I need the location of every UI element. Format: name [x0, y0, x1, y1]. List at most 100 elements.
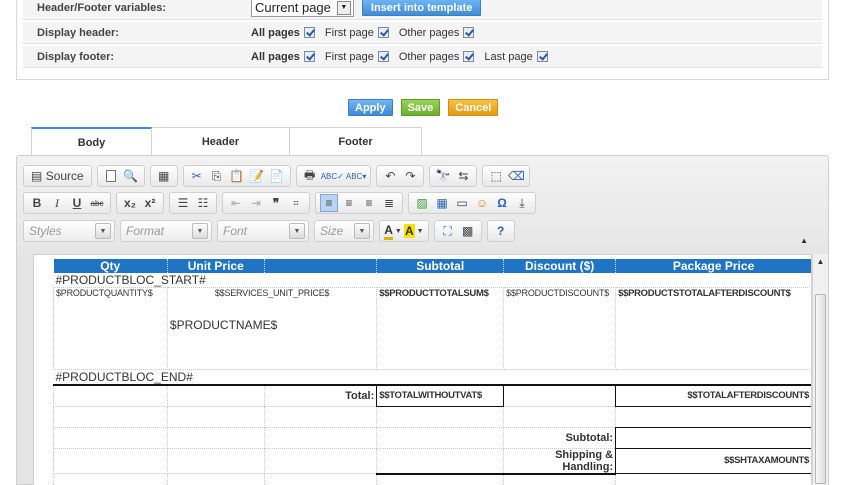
cell-subtotal-value	[615, 426, 811, 449]
product-table: Qty Unit Price Subtotal Discount ($) Pac…	[53, 259, 811, 485]
source-button[interactable]: ▤ Source	[28, 167, 87, 185]
footer-all-pages-label: All pages	[251, 50, 300, 63]
underline-icon[interactable]: U	[68, 194, 86, 212]
tab-body[interactable]: Body	[31, 127, 152, 155]
collapse-toolbar-icon[interactable]: ▲	[800, 236, 808, 245]
variables-label: Header/Footer variables:	[37, 1, 166, 14]
indent-icon[interactable]: ⇥	[247, 194, 265, 212]
col-header-discount: Discount ($)	[503, 259, 617, 273]
undo-icon[interactable]: ↶	[381, 167, 399, 185]
find-icon[interactable]: 🔭	[434, 167, 452, 185]
bulleted-list-icon[interactable]: ☷	[194, 194, 212, 212]
subscript-icon[interactable]: x₂	[121, 194, 139, 212]
header-all-pages-checkbox[interactable]	[303, 27, 315, 38]
paste-text-icon[interactable]: 📝	[248, 167, 266, 185]
footer-all-pages-checkbox[interactable]	[303, 51, 315, 62]
copy-icon[interactable]: ⎘	[208, 167, 226, 185]
blockquote-icon[interactable]: ❞	[267, 194, 285, 212]
text-color-icon[interactable]: A ▼	[384, 222, 402, 240]
tab-header[interactable]: Header	[152, 127, 290, 155]
header-first-page-label: First page	[324, 26, 374, 39]
superscript-icon[interactable]: x²	[141, 194, 159, 212]
header-other-pages-checkbox[interactable]	[463, 27, 475, 38]
variables-row: Header/Footer variables: Current page ▼ …	[23, 0, 822, 20]
cell-unit-price: $$SERVICES_UNIT_PRICE$	[214, 288, 330, 298]
tab-footer[interactable]: Footer	[290, 127, 422, 155]
cell-total-without-vat: $$TOTALWITHOUTVAT$	[376, 384, 505, 407]
footer-first-page-checkbox[interactable]	[377, 51, 389, 62]
col-header-package-price: Package Price	[615, 259, 811, 273]
select-all-icon[interactable]: ⬚	[487, 167, 505, 185]
insert-into-template-button[interactable]: Insert into template	[361, 0, 482, 16]
new-page-icon[interactable]	[102, 167, 120, 185]
action-buttons: Apply Save Cancel	[348, 99, 499, 116]
image-icon[interactable]: ▨	[413, 194, 431, 212]
show-blocks-icon[interactable]: ▩	[459, 222, 477, 240]
background-color-icon[interactable]: A ▼	[404, 222, 424, 240]
variables-select-value: Current page	[255, 0, 331, 15]
chevron-down-icon: ▼	[336, 0, 351, 15]
toolbar-row-2: B I U abc x₂ x² ☰ ☷ ⇤ ⇥ ❞ ⌗ ≡ ≡ ≡ ≣ ▨ ▦ …	[23, 192, 541, 214]
font-dropdown[interactable]: Font ▼	[217, 220, 309, 242]
bold-icon[interactable]: B	[28, 194, 46, 212]
scrollbar-thumb[interactable]	[815, 294, 826, 484]
chevron-down-icon: ▼	[354, 223, 370, 239]
cut-icon[interactable]: ✂	[188, 167, 206, 185]
italic-icon[interactable]: I	[48, 194, 66, 212]
source-label: Source	[45, 169, 84, 183]
footer-first-page-label: First page	[324, 50, 374, 63]
format-dropdown[interactable]: Format ▼	[120, 220, 212, 242]
preview-icon[interactable]: 🔍	[122, 167, 140, 185]
product-bloc-end: #PRODUCTBLOC_END#	[55, 370, 193, 384]
variables-select[interactable]: Current page ▼	[251, 0, 354, 17]
chevron-down-icon: ▼	[192, 223, 208, 239]
col-header-qty: Qty	[53, 259, 168, 273]
spellcheck-as-you-type-icon[interactable]: ABC▾	[346, 167, 366, 185]
footer-other-pages-label: Other pages	[398, 50, 460, 63]
display-footer-label: Display footer:	[37, 50, 115, 63]
horizontal-rule-icon[interactable]: ▭	[453, 194, 471, 212]
footer-last-page-checkbox[interactable]	[536, 51, 548, 62]
spellcheck-icon[interactable]: ABC✓	[321, 167, 344, 185]
save-button[interactable]: Save	[400, 99, 441, 116]
total-label: Total:	[263, 384, 378, 407]
scroll-up-icon[interactable]: ▲	[813, 254, 828, 270]
numbered-list-icon[interactable]: ☰	[174, 194, 192, 212]
editor-scrollbar[interactable]: ▲	[812, 254, 828, 485]
apply-button[interactable]: Apply	[348, 99, 393, 116]
replace-icon[interactable]: ⇆	[454, 167, 472, 185]
settings-panel: Header/Footer variables: Current page ▼ …	[16, 0, 829, 80]
paste-word-icon[interactable]: 📄	[268, 167, 286, 185]
align-justify-icon[interactable]: ≣	[380, 194, 398, 212]
cell-sh-tax-amount: $$SHTAXAMOUNT$	[615, 447, 811, 474]
chevron-down-icon: ▼	[289, 223, 305, 239]
about-icon[interactable]: ?	[492, 222, 510, 240]
maximize-icon[interactable]: ⛶	[439, 222, 457, 240]
special-char-icon[interactable]: Ω	[493, 194, 511, 212]
size-dropdown[interactable]: Size ▼	[314, 220, 374, 242]
subtotal-label: Subtotal:	[503, 426, 617, 449]
styles-dropdown[interactable]: Styles ▼	[23, 220, 115, 242]
table-header-row: Qty Unit Price Subtotal Discount ($) Pac…	[53, 259, 811, 273]
redo-icon[interactable]: ↷	[401, 167, 419, 185]
page-break-icon[interactable]: ⤓	[513, 194, 531, 212]
header-first-page-checkbox[interactable]	[377, 27, 389, 38]
div-container-icon[interactable]: ⌗	[287, 194, 305, 212]
editor-content-area[interactable]: Qty Unit Price Subtotal Discount ($) Pac…	[33, 254, 812, 485]
strikethrough-icon[interactable]: abc	[88, 194, 106, 212]
table-icon[interactable]: ▦	[433, 194, 451, 212]
cancel-button[interactable]: Cancel	[448, 99, 499, 116]
table-row: $PRODUCTQUANTITY$ $$SERVICES_UNIT_PRICE$…	[53, 287, 811, 370]
smiley-icon[interactable]: ☺	[473, 194, 491, 212]
align-right-icon[interactable]: ≡	[360, 194, 378, 212]
align-left-icon[interactable]: ≡	[320, 194, 338, 212]
outdent-icon[interactable]: ⇤	[227, 194, 245, 212]
templates-icon[interactable]: ▦	[155, 167, 173, 185]
print-icon[interactable]: 🖶	[301, 167, 319, 185]
footer-other-pages-checkbox[interactable]	[463, 51, 475, 62]
remove-format-icon[interactable]: ⌫	[507, 167, 525, 185]
product-bloc-start: #PRODUCTBLOC_START#	[55, 273, 206, 287]
align-center-icon[interactable]: ≡	[340, 194, 358, 212]
paste-icon[interactable]: 📋	[228, 167, 246, 185]
header-other-pages-label: Other pages	[398, 26, 460, 39]
